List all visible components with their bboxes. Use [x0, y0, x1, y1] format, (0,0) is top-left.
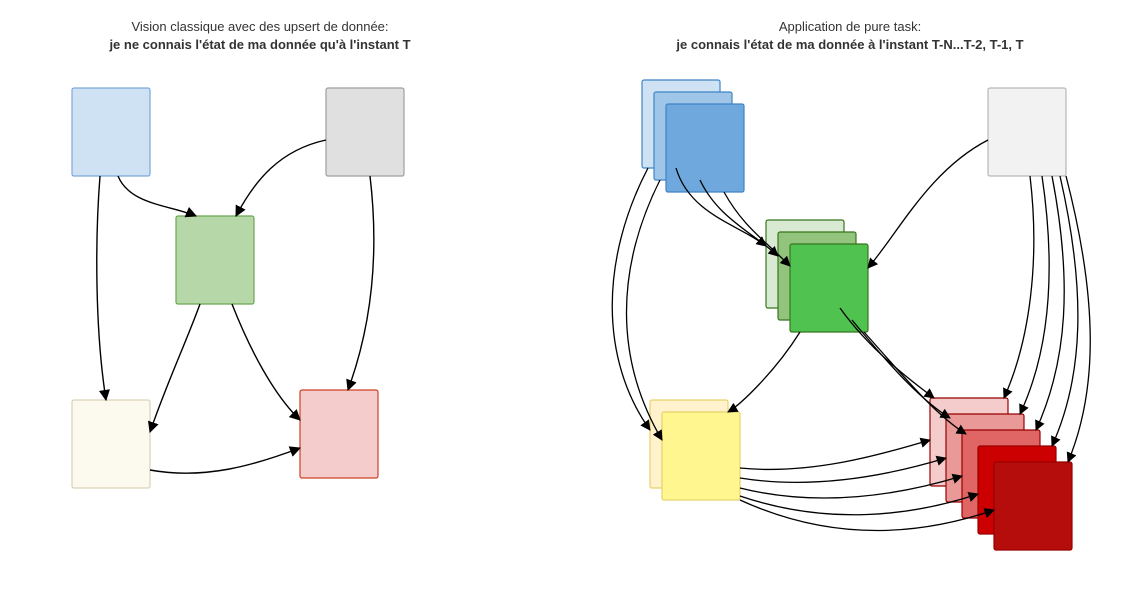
left-arrow-blue-cream: [97, 176, 106, 400]
left-arrow-grey-green: [236, 140, 326, 216]
right-stack-blue: [642, 80, 744, 192]
right-green-2: [790, 244, 868, 332]
r-arrow-green-yellow: [728, 332, 800, 412]
r-arrow-grey-red0: [1004, 176, 1034, 398]
right-red-4: [994, 462, 1072, 550]
r-arrow-blue0-yellow: [612, 168, 650, 430]
r-arrow-yellow-red0: [740, 440, 930, 469]
right-stack-red: [930, 398, 1072, 550]
left-arrow-grey-pink: [348, 176, 374, 390]
left-node-pink: [300, 390, 378, 478]
left-node-cream: [72, 400, 150, 488]
r-arrow-grey-red1: [1020, 176, 1049, 414]
r-arrow-grey-red2: [1036, 176, 1064, 430]
right-diagram: [612, 80, 1090, 550]
left-arrow-cream-pink: [150, 448, 300, 473]
left-arrow-blue-green: [118, 176, 196, 216]
right-blue-2: [666, 104, 744, 192]
r-arrow-yellow-red4: [740, 500, 994, 531]
right-node-grey: [988, 88, 1066, 176]
right-yellow-1: [662, 412, 740, 500]
r-arrow-grey-red3: [1052, 176, 1078, 446]
left-node-green: [176, 216, 254, 304]
diagram-canvas: [0, 0, 1136, 600]
left-arrow-green-pink: [232, 304, 300, 420]
right-stack-green: [766, 220, 868, 332]
left-arrow-green-cream: [150, 304, 200, 432]
r-arrow-grey-green: [868, 140, 988, 268]
left-node-grey: [326, 88, 404, 176]
left-diagram: [72, 88, 404, 488]
left-node-blue: [72, 88, 150, 176]
right-stack-yellow: [650, 400, 740, 500]
